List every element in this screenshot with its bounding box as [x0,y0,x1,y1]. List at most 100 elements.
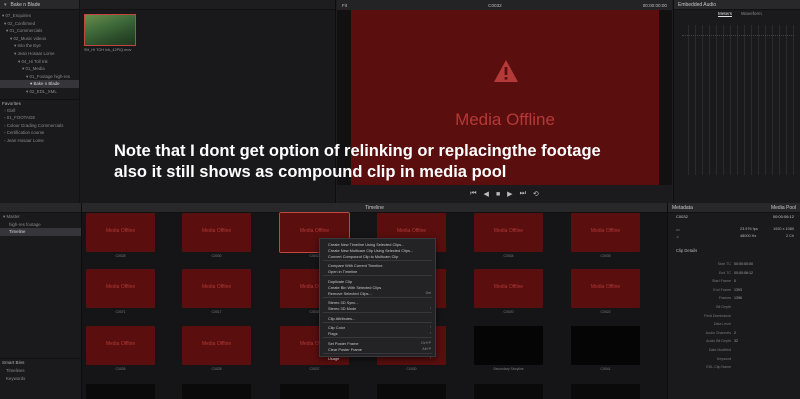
play-icon[interactable]: ▶ [507,190,512,198]
clip-thumbnail[interactable] [280,384,349,399]
clip-thumbnail[interactable] [474,384,543,399]
clip-thumbnail[interactable] [86,384,155,399]
context-menu-item[interactable]: Open in Timeline [328,269,357,274]
stop-icon[interactable]: ■ [496,191,500,198]
favorite-item[interactable]: ▫ Gixll [0,107,79,115]
tree-item[interactable]: ▾ 02_Confirmed [0,20,79,28]
tree-item[interactable]: ▾ 01_Footage high-res [0,73,79,81]
tab-meters[interactable]: Meters [718,11,733,17]
metadata-field-value[interactable]: 0 [734,279,736,283]
favorite-item-label: Jean Hosaar Lome [6,137,44,143]
context-menu-item[interactable]: Remove Selected Clips... [328,291,372,296]
clip-context-menu: Create New Timeline Using Selected Clips… [319,238,436,361]
skip-to-end-icon[interactable]: ⏭ [520,190,526,198]
context-menu-item[interactable]: Stereo 3D Mode [328,306,356,311]
clip-thumbnail[interactable]: Media Offline [474,213,543,252]
tree-item[interactable]: ▾ 02_EDL_XML [0,88,79,96]
smart-bin-item[interactable]: Timelines [0,367,81,375]
clip-thumbnail[interactable]: Media Offline [571,213,640,252]
context-menu-item[interactable]: Convert Compound Clip to Multicam Clip [328,254,398,259]
media-offline-text: Media Offline [105,284,136,290]
context-menu-item[interactable]: Create Bin With Selected Clips [328,285,381,290]
step-back-icon[interactable]: ◀ [484,190,489,198]
context-menu-item[interactable]: Flags [328,331,338,336]
tree-item-label: 07_Enquiries [5,13,32,18]
metadata-field-key: End TC [718,270,731,275]
loop-icon[interactable]: ⟲ [533,190,539,198]
bin-items: high-res footage Timeline [0,221,81,236]
favorite-item[interactable]: ▫ Certification course [0,129,79,137]
metadata-field-key: Audio Channels [705,330,731,335]
clip-thumbnail[interactable]: Media Offline [182,269,251,308]
metadata-panel: Metadata Media Pool C0032 00:00:06:12 ▭ … [667,203,800,399]
smart-bin-item[interactable]: Keywords [0,375,81,383]
context-menu-item[interactable]: Stereo 3D Sync... [328,300,359,305]
clip-thumbnail[interactable] [182,384,251,399]
metadata-field-key: Bit Depth [716,305,731,309]
menu-shortcut: Alt+P [422,346,431,351]
context-menu-item[interactable]: Compare With Current Timeline [328,263,383,268]
context-menu-item[interactable]: Set Poster Frame [328,341,359,346]
media-offline-text: Media Offline [590,284,621,290]
tree-item[interactable]: ▾ 01_Commercials [0,27,79,35]
tree-item[interactable]: ▾ Into the Eye [0,42,79,50]
context-menu-item[interactable]: Create New Timeline Using Selected Clips… [328,242,404,247]
media-offline-text: Media Offline [493,228,524,234]
context-menu-item[interactable]: Usage [328,356,339,361]
master-bin[interactable]: ▾ Master [0,213,81,221]
favorite-item[interactable]: ▫ Colour Grading Commercials [0,122,79,130]
clip-thumbnail[interactable] [474,326,543,365]
viewer-timecode[interactable]: 00:00:00:00 [643,3,667,8]
tab-waveform[interactable]: Waveform [741,11,762,17]
chevron-down-icon[interactable]: ▾ [4,2,7,8]
metadata-field-value[interactable]: 32 [734,339,738,343]
tree-item[interactable]: ▾ 04_Hi Toll Ink [0,58,79,66]
clip-thumbnail[interactable] [377,384,446,399]
clip-thumbnail[interactable]: Media Offline [182,326,251,365]
metadata-field-key: EDL Clip Name [706,365,731,370]
audio-header: Embedded Audio [674,0,800,10]
context-menu-item[interactable]: Clip Color [328,325,345,330]
zoom-select[interactable]: Fit [342,3,347,8]
context-menu-item[interactable]: Create New Multicam Clip Using Selected … [328,248,413,253]
metadata-field-value[interactable]: 1393 [734,288,742,292]
clip-thumbnail[interactable]: Media Offline [474,269,543,308]
clip-thumbnail[interactable] [571,326,640,365]
tree-item[interactable]: ▾ 07_Enquiries [0,12,79,20]
menu-separator [323,352,432,354]
chevron-right-icon: › [429,306,431,310]
context-menu-item[interactable]: Duplicate Clip [328,279,352,284]
clip-thumbnail[interactable]: Media Offline [571,269,640,308]
audio-meters [682,25,794,175]
favorite-item[interactable]: ▫ Jean Hosaar Lome [0,137,79,145]
clip-thumbnail[interactable]: Media Offline [86,213,155,252]
metadata-field-key: Field Dominance [704,313,731,318]
menu-separator [323,259,432,261]
bin-item[interactable]: high-res footage [0,221,81,229]
clip-name-label: C0017 [211,310,222,314]
skip-to-start-icon[interactable]: ⏮ [470,190,476,198]
clip-thumbnail[interactable] [571,384,640,399]
clip-thumbnail[interactable]: Media Offline [86,326,155,365]
tree-item[interactable]: ▾ Bake n Blade [0,80,79,88]
context-menu-item[interactable]: Clear Poster Frame [328,347,362,352]
metadata-field-value[interactable]: 00:00:00:00 [734,262,753,266]
metadata-field: Date Modified [668,348,800,354]
metadata-title: Metadata [672,204,693,211]
tree-item[interactable]: ▾ 01_Media [0,65,79,73]
clip-thumbnail-label: SH_HI TOH Ink_42PIQ.mov [84,48,132,52]
metadata-field-value[interactable]: 2 [734,331,736,335]
bin-item[interactable]: Timeline [0,228,81,236]
clip-thumbnail[interactable]: Media Offline [182,213,251,252]
favorite-item[interactable]: ▫ 01_FOOTAGE [0,114,79,122]
metadata-field: EDL Clip Name [668,365,800,371]
media-offline-text: Media Offline [590,228,621,234]
bin-item-label: Timeline [9,229,26,235]
clip-thumbnail[interactable] [84,14,136,46]
context-menu-item[interactable]: Clip Attributes... [328,316,355,321]
tree-item[interactable]: ▾ Jean Hosaar Lome [0,50,79,58]
tree-item[interactable]: ▾ 02_Music videos [0,35,79,43]
metadata-field-value[interactable]: 00:00:06:12 [734,271,753,275]
clip-thumbnail[interactable]: Media Offline [86,269,155,308]
metadata-field-value[interactable]: 1396 [734,296,742,300]
